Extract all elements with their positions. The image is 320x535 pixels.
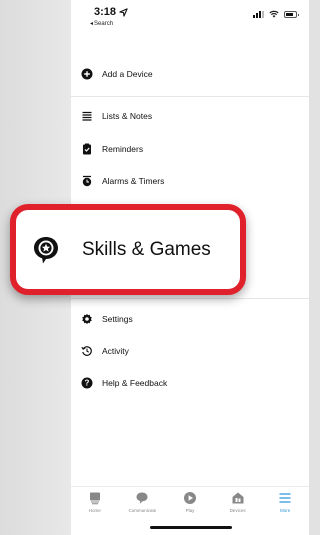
back-label: Search [94, 20, 114, 27]
tab-label: Communicate [128, 508, 157, 513]
time-text: 3:18 [94, 6, 117, 18]
menu-item-label: Reminders [102, 144, 144, 154]
home-card-icon [89, 492, 100, 505]
menu-item-label: Add a Device [102, 69, 153, 79]
menu-item-activity[interactable]: Activity [81, 345, 129, 357]
menu-item-help-feedback[interactable]: ? Help & Feedback [81, 377, 167, 389]
menu-item-add-device[interactable]: Add a Device [81, 68, 153, 80]
menu-item-lists-notes[interactable]: Lists & Notes [81, 110, 152, 122]
play-circle-icon [183, 492, 196, 504]
menu-item-label: Activity [102, 346, 129, 356]
highlight-label: Skills & Games [82, 238, 211, 260]
tab-devices[interactable]: Devices [214, 487, 262, 520]
cellular-signal-icon [253, 10, 264, 18]
location-arrow-icon [119, 7, 128, 17]
divider [71, 96, 309, 97]
tab-label: More [280, 508, 291, 513]
clipboard-check-icon [81, 143, 93, 155]
menu-item-label: Settings [102, 314, 133, 324]
bottom-tab-bar: Home Communicate Play Devices More [71, 486, 309, 520]
battery-icon [284, 10, 299, 18]
back-triangle-icon: ◂ [90, 21, 94, 27]
tab-home[interactable]: Home [71, 487, 119, 520]
house-devices-icon [232, 492, 244, 504]
status-icons [253, 10, 299, 18]
tab-play[interactable]: Play [166, 487, 214, 520]
back-to-search-link[interactable]: ◂ Search [90, 20, 114, 28]
help-circle-icon: ? [81, 377, 93, 389]
tab-label: Play [185, 508, 195, 513]
wifi-icon [269, 10, 279, 18]
plus-circle-icon [81, 68, 93, 80]
star-speech-bubble-icon [32, 235, 60, 265]
tab-communicate[interactable]: Communicate [119, 487, 167, 520]
menu-item-label: Alarms & Timers [102, 176, 165, 186]
divider [71, 298, 309, 299]
alarm-clock-icon [81, 175, 93, 187]
menu-item-settings[interactable]: Settings [81, 313, 133, 325]
menu-item-reminders[interactable]: Reminders [81, 143, 143, 155]
tab-more[interactable]: More [261, 487, 309, 520]
menu-item-alarms-timers[interactable]: Alarms & Timers [81, 175, 164, 187]
menu-item-skills-games[interactable]: Skills & Games [10, 204, 246, 295]
list-icon [81, 110, 93, 122]
svg-text:?: ? [85, 379, 90, 388]
tab-label: Devices [229, 508, 246, 513]
menu-item-label: Help & Feedback [102, 378, 168, 388]
menu-item-label: Lists & Notes [102, 111, 153, 121]
status-time: 3:18 [94, 6, 128, 18]
tab-label: Home [88, 508, 101, 513]
chat-bubble-icon [136, 492, 148, 504]
home-indicator[interactable] [150, 526, 232, 529]
hamburger-icon [279, 493, 291, 503]
history-icon [81, 345, 93, 357]
gear-icon [81, 313, 93, 325]
